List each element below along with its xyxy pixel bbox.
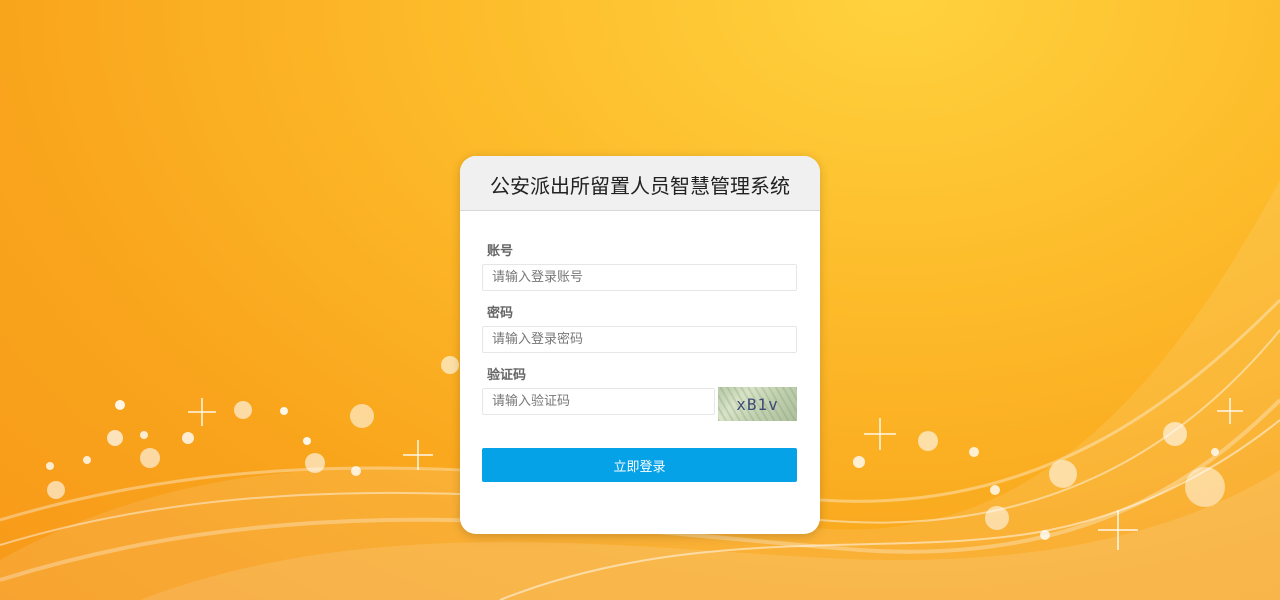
captcha-input[interactable] [482, 388, 715, 415]
account-input[interactable] [482, 264, 797, 291]
password-label: 密码 [487, 306, 514, 321]
login-card: 公安派出所留置人员智慧管理系统 账号 密码 验证码 xB1v 立即登录 [460, 156, 820, 534]
captcha-image[interactable]: xB1v [718, 387, 797, 421]
login-card-header: 公安派出所留置人员智慧管理系统 [460, 156, 820, 211]
captcha-label: 验证码 [487, 368, 527, 383]
captcha-text: xB1v [736, 394, 779, 414]
system-title: 公安派出所留置人员智慧管理系统 [490, 173, 790, 198]
login-button[interactable]: 立即登录 [482, 448, 797, 482]
account-label: 账号 [487, 244, 514, 259]
password-input[interactable] [482, 326, 797, 353]
